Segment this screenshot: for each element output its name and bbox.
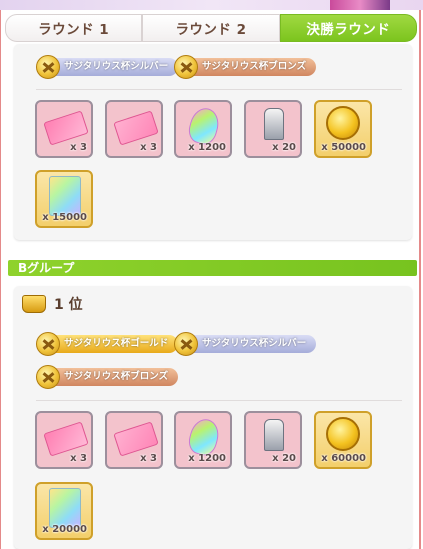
top-banner-strip (0, 0, 423, 10)
badge-label: サジタリウス杯ブロンズ (188, 58, 317, 76)
item-quantity: x 1200 (188, 142, 226, 153)
reward-item[interactable]: x 60000 (314, 411, 372, 469)
item-quantity: x 20000 (42, 524, 87, 535)
banner-decoration (330, 0, 390, 10)
separator (36, 400, 402, 401)
reward-item[interactable]: x 50000 (314, 100, 372, 158)
badge-gold: サジタリウス杯ゴールド (36, 332, 179, 356)
reward-item[interactable]: x 20 (244, 100, 302, 158)
reward-item[interactable]: x 20 (244, 411, 302, 469)
badge-silver: サジタリウス杯シルバー (174, 332, 317, 356)
pink-ticket-icon (113, 421, 159, 457)
item-quantity: x 3 (140, 142, 157, 153)
trophy-icon (22, 295, 46, 313)
silver-trophy-icon (264, 419, 284, 451)
rainbow-carrot-icon (185, 415, 223, 459)
round-tabs: ラウンド 1 ラウンド 2 決勝ラウンド (5, 14, 417, 42)
badge-bronze: サジタリウス杯ブロンズ (174, 55, 317, 79)
tab-round-2[interactable]: ラウンド 2 (142, 14, 280, 42)
badge-label: サジタリウス杯ゴールド (50, 335, 179, 353)
item-quantity: x 20 (272, 453, 296, 464)
medal-icon (174, 332, 198, 356)
reward-item[interactable]: x 3 (35, 411, 93, 469)
gold-coin-icon (326, 417, 360, 451)
badge-bronze: サジタリウス杯ブロンズ (36, 365, 179, 389)
rank-label: 1 位 (22, 294, 83, 314)
reward-item[interactable]: x 3 (105, 100, 163, 158)
reward-item[interactable]: x 3 (35, 100, 93, 158)
badge-silver: サジタリウス杯シルバー (36, 55, 179, 79)
tab-final-round[interactable]: 決勝ラウンド (279, 14, 417, 42)
separator (36, 89, 402, 90)
group-b-header: Bグループ (8, 260, 417, 276)
pink-ticket-icon (43, 110, 89, 146)
badge-label: サジタリウス杯ブロンズ (50, 368, 179, 386)
item-quantity: x 20 (272, 142, 296, 153)
gold-coin-icon (326, 106, 360, 140)
group-b-label: Bグループ (18, 261, 75, 275)
reward-item[interactable]: x 1200 (174, 411, 232, 469)
reward-item[interactable]: x 3 (105, 411, 163, 469)
item-quantity: x 60000 (321, 453, 366, 464)
item-quantity: x 15000 (42, 212, 87, 223)
pink-ticket-icon (113, 110, 159, 146)
rainbow-carrot-icon (185, 104, 223, 148)
medal-icon (174, 55, 198, 79)
badge-label: サジタリウス杯シルバー (188, 335, 317, 353)
item-quantity: x 1200 (188, 453, 226, 464)
item-quantity: x 50000 (321, 142, 366, 153)
place-text: 1 位 (54, 297, 83, 313)
reward-item[interactable]: x 20000 (35, 482, 93, 540)
item-quantity: x 3 (70, 453, 87, 464)
pink-ticket-icon (43, 421, 89, 457)
item-quantity: x 3 (70, 142, 87, 153)
rainbow-card-icon (49, 488, 81, 528)
reward-item[interactable]: x 15000 (35, 170, 93, 228)
badge-label: サジタリウス杯シルバー (50, 58, 179, 76)
tab-round-1[interactable]: ラウンド 1 (5, 14, 143, 42)
medal-icon (36, 55, 60, 79)
item-quantity: x 3 (140, 453, 157, 464)
reward-item[interactable]: x 1200 (174, 100, 232, 158)
silver-trophy-icon (264, 108, 284, 140)
medal-icon (36, 332, 60, 356)
rainbow-card-icon (49, 176, 81, 216)
medal-icon (36, 365, 60, 389)
